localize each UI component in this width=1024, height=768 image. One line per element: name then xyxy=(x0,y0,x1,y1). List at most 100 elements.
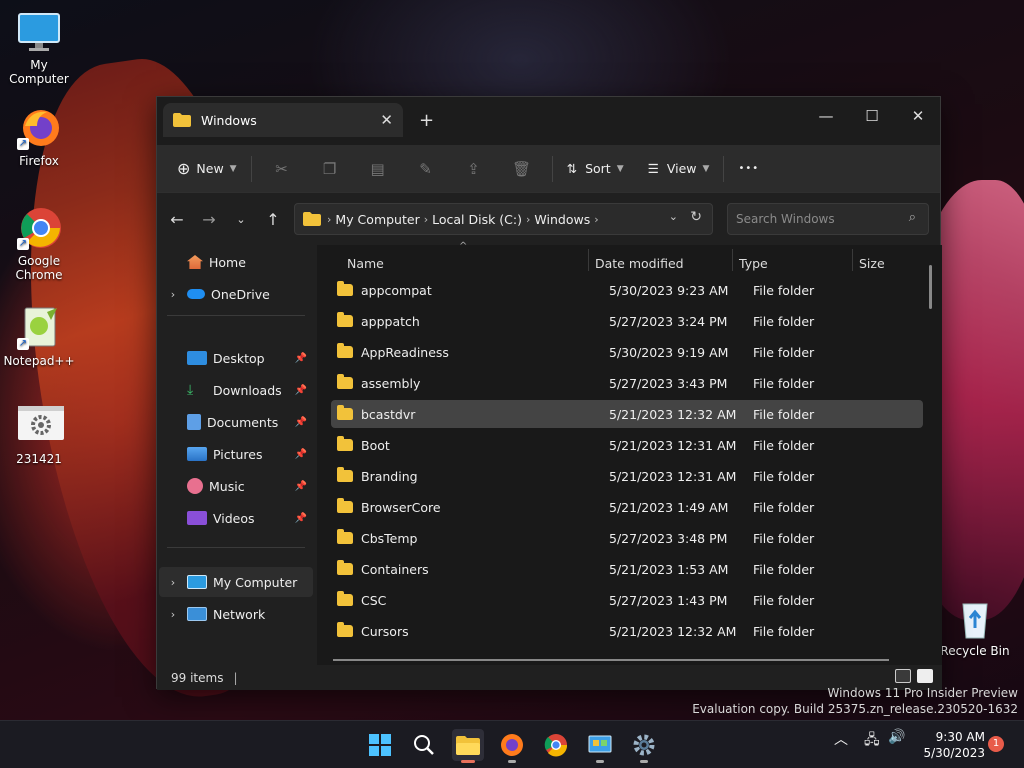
chevron-right-icon[interactable]: › xyxy=(159,288,187,301)
file-row[interactable]: appcompat 5/30/2023 9:23 AM File folder xyxy=(331,276,923,304)
pin-icon[interactable]: 📌 xyxy=(295,513,307,524)
up-arrow-icon[interactable]: ↑ xyxy=(257,210,289,229)
taskbar-chrome[interactable] xyxy=(540,729,572,761)
recent-dropdown-icon[interactable]: ⌄ xyxy=(225,213,257,226)
paste-icon[interactable]: ▤ xyxy=(354,160,402,178)
desktop-icon-firefox[interactable]: ↗ Firefox xyxy=(0,106,78,168)
desktop-icon-my-computer[interactable]: My Computer xyxy=(0,10,78,86)
desktop-icon-231421[interactable]: 231421 xyxy=(0,404,78,466)
desktop-icon-recycle-bin[interactable]: Recycle Bin xyxy=(936,596,1014,658)
column-divider[interactable] xyxy=(852,249,853,271)
pin-icon[interactable]: 📌 xyxy=(295,449,307,460)
clock[interactable]: 9:30 AM 5/30/2023 xyxy=(905,729,985,761)
nav-item-downloads[interactable]: ⤓ Downloads 📌 xyxy=(159,375,313,405)
column-divider[interactable] xyxy=(732,249,733,271)
file-type: File folder xyxy=(753,406,815,422)
pin-icon[interactable]: 📌 xyxy=(295,417,307,428)
file-date: 5/21/2023 12:31 AM xyxy=(609,468,737,484)
share-icon[interactable]: ⇪ xyxy=(450,160,498,178)
breadcrumb-local-disk[interactable]: Local Disk (C:) xyxy=(432,212,522,227)
delete-icon[interactable]: 🗑 xyxy=(498,160,546,178)
chevron-up-icon[interactable]: ︿ xyxy=(834,729,848,749)
taskbar-file-explorer[interactable] xyxy=(452,729,484,763)
nav-item-documents[interactable]: Documents 📌 xyxy=(159,407,313,437)
copy-icon[interactable]: ❐ xyxy=(306,160,354,178)
nav-item-onedrive[interactable]: › OneDrive xyxy=(159,279,313,309)
new-tab-button[interactable]: + xyxy=(419,110,434,131)
network-status-icon[interactable]: 🖧 xyxy=(864,729,880,753)
nav-item-videos[interactable]: Videos 📌 xyxy=(159,503,313,533)
cut-icon[interactable]: ✂ xyxy=(258,160,306,178)
notification-badge[interactable]: 1 xyxy=(988,736,1004,752)
back-arrow-icon[interactable]: ← xyxy=(161,210,193,229)
breadcrumb-my-computer[interactable]: My Computer xyxy=(335,212,419,227)
taskbar-firefox[interactable] xyxy=(496,729,528,763)
nav-label: Home xyxy=(209,254,246,270)
more-options-button[interactable]: ••• xyxy=(730,153,767,185)
folder-icon xyxy=(337,312,353,327)
file-row[interactable]: Cursors 5/21/2023 12:32 AM File folder xyxy=(331,617,923,645)
search-box[interactable]: Search Windows ⌕ xyxy=(727,203,929,235)
file-row[interactable]: AppReadiness 5/30/2023 9:19 AM File folder xyxy=(331,338,923,366)
column-divider[interactable] xyxy=(588,249,589,271)
start-button[interactable] xyxy=(364,729,396,761)
file-explorer-window: Windows ✕ + — ☐ ✕ ⊕ New ▼ ✂ ❐ ▤ ✎ ⇪ 🗑 ⇅ … xyxy=(156,96,942,690)
breadcrumb-windows[interactable]: Windows xyxy=(534,212,590,227)
nav-item-network[interactable]: › Network xyxy=(159,599,313,629)
address-bar[interactable]: › My Computer › Local Disk (C:) › Window… xyxy=(294,203,713,235)
address-dropdown-icon[interactable]: ⌄ xyxy=(669,210,678,223)
nav-item-desktop[interactable]: Desktop 📌 xyxy=(159,343,313,373)
chevron-down-icon: ▼ xyxy=(702,163,710,174)
refresh-icon[interactable]: ↻ xyxy=(690,209,702,225)
view-button[interactable]: ☰ View ▼ xyxy=(640,153,718,185)
taskbar-settings[interactable] xyxy=(628,729,660,763)
chevron-down-icon: ▼ xyxy=(616,163,624,174)
view-label: View xyxy=(666,161,697,176)
chevron-right-icon[interactable]: › xyxy=(159,608,187,621)
file-type: File folder xyxy=(753,530,815,546)
file-row[interactable]: Containers 5/21/2023 1:53 AM File folder xyxy=(331,555,923,583)
pin-icon[interactable]: 📌 xyxy=(295,353,307,364)
nav-item-pictures[interactable]: Pictures 📌 xyxy=(159,439,313,469)
file-row[interactable]: Branding 5/21/2023 12:31 AM File folder xyxy=(331,462,923,490)
tab-windows[interactable]: Windows ✕ xyxy=(163,103,403,137)
file-type: File folder xyxy=(753,623,815,639)
nav-item-home[interactable]: Home xyxy=(159,247,313,277)
watermark-line: Windows 11 Pro Insider Preview xyxy=(827,686,1018,700)
nav-item-music[interactable]: Music 📌 xyxy=(159,471,313,501)
nav-item-my-computer[interactable]: › My Computer xyxy=(159,567,313,597)
file-row[interactable]: CSC 5/27/2023 1:43 PM File folder xyxy=(331,586,923,614)
file-row[interactable]: CbsTemp 5/27/2023 3:48 PM File folder xyxy=(331,524,923,552)
file-row[interactable]: Boot 5/21/2023 12:31 AM File folder xyxy=(331,431,923,459)
file-row[interactable]: apppatch 5/27/2023 3:24 PM File folder xyxy=(331,307,923,335)
forward-arrow-icon[interactable]: → xyxy=(193,210,225,229)
desktop-icon-chrome[interactable]: ↗ Google Chrome xyxy=(0,206,78,282)
search-input[interactable]: Search Windows xyxy=(736,212,835,226)
new-button[interactable]: ⊕ New ▼ xyxy=(169,153,245,185)
toolbar-divider xyxy=(250,155,252,182)
maximize-button[interactable]: ☐ xyxy=(849,101,895,131)
tiles-view-icon[interactable] xyxy=(917,669,933,683)
desktop-icon-notepadpp[interactable]: ↗ Notepad++ xyxy=(0,306,78,368)
minimize-button[interactable]: — xyxy=(803,101,849,131)
details-view-icon[interactable] xyxy=(895,669,911,683)
rename-icon[interactable]: ✎ xyxy=(402,160,450,178)
recycle-bin-icon xyxy=(953,596,997,640)
vertical-scrollbar[interactable] xyxy=(929,265,932,309)
sort-button[interactable]: ⇅ Sort ▼ xyxy=(559,153,632,185)
close-tab-icon[interactable]: ✕ xyxy=(380,111,393,129)
file-row[interactable]: assembly 5/27/2023 3:43 PM File folder xyxy=(331,369,923,397)
taskbar-control-panel[interactable] xyxy=(584,729,616,763)
file-row[interactable]: BrowserCore 5/21/2023 1:49 AM File folder xyxy=(331,493,923,521)
file-date: 5/21/2023 12:31 AM xyxy=(609,437,737,453)
chevron-right-icon[interactable]: › xyxy=(159,576,187,589)
pin-icon[interactable]: 📌 xyxy=(295,385,307,396)
pin-icon[interactable]: 📌 xyxy=(295,481,307,492)
file-row-selected[interactable]: bcastdvr 5/21/2023 12:32 AM File folder xyxy=(331,400,923,428)
horizontal-scrollbar[interactable] xyxy=(333,659,889,661)
monitor-icon xyxy=(17,10,61,54)
file-type: File folder xyxy=(753,282,815,298)
search-taskbar-button[interactable] xyxy=(408,729,440,761)
volume-icon[interactable]: 🔊 xyxy=(888,729,905,745)
close-window-button[interactable]: ✕ xyxy=(895,101,941,131)
